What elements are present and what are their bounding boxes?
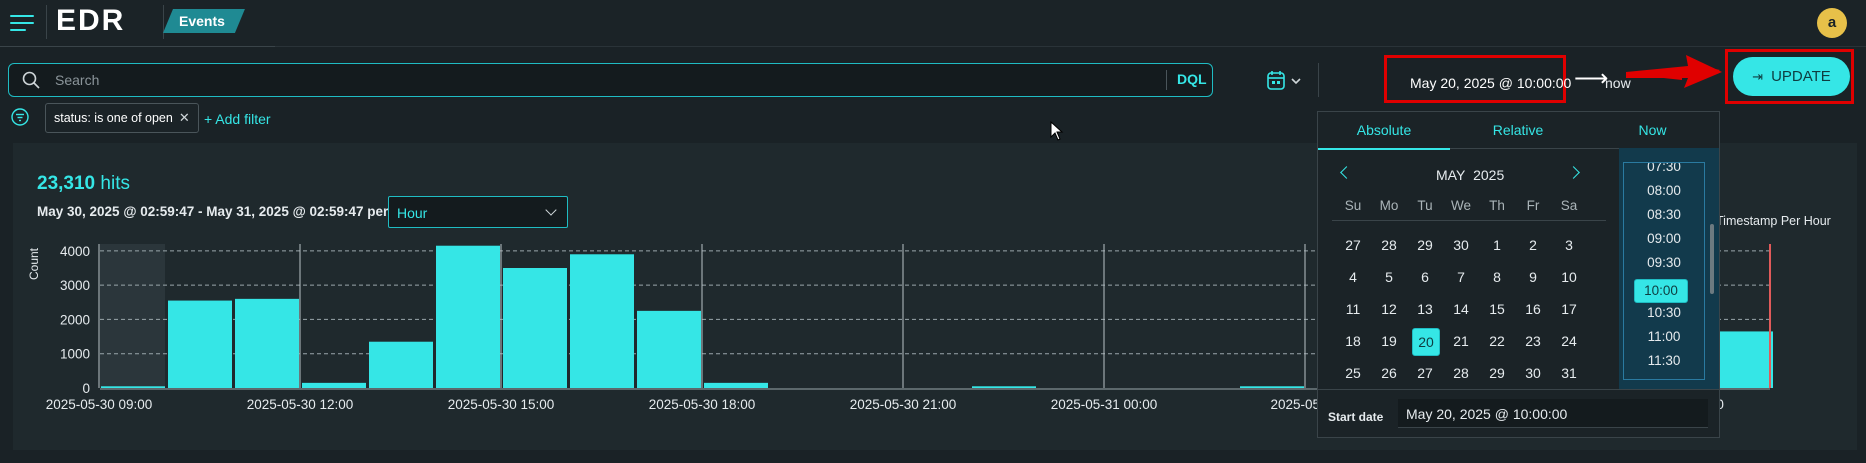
divider (1332, 220, 1606, 221)
calendar-day[interactable]: 16 (1520, 296, 1546, 322)
chart-bar (168, 300, 232, 388)
chart-bar (1240, 386, 1304, 388)
calendar-month-year: MAY 2025 (1436, 167, 1504, 183)
date-picker-popover: Absolute Relative Now MAY 2025 Su Mo Tu We T… (1317, 111, 1720, 438)
chart-bar (302, 382, 366, 388)
weekday-label: Tu (1417, 198, 1433, 213)
calendar-day[interactable]: 30 (1448, 232, 1474, 258)
tab-now[interactable]: Now (1586, 112, 1719, 148)
chart-bar (704, 382, 768, 388)
calendar-day[interactable]: 15 (1484, 296, 1510, 322)
calendar-day[interactable]: 11 (1340, 296, 1366, 322)
weekday-label: Mo (1379, 198, 1399, 213)
x-tick-label: 2025-05-30 12:00 (247, 397, 354, 412)
weekday-label: Sa (1560, 198, 1578, 213)
chevron-right-icon[interactable] (1567, 166, 1580, 179)
calendar-day[interactable]: 27 (1340, 232, 1366, 258)
calendar-day[interactable]: 12 (1376, 296, 1402, 322)
time-option[interactable]: 08:00 (1624, 183, 1704, 198)
chart-bar (972, 386, 1036, 388)
time-option[interactable]: 08:30 (1624, 207, 1704, 222)
chart-bar (101, 386, 165, 388)
chart-bar (637, 310, 701, 388)
tab-relative[interactable]: Relative (1450, 112, 1586, 148)
y-tick-label: 0 (82, 381, 90, 396)
weekday-label: Th (1489, 198, 1505, 213)
x-tick-label: 2025-05-30 18:00 (649, 397, 756, 412)
time-option[interactable]: 11:30 (1624, 353, 1704, 368)
chevron-left-icon[interactable] (1340, 166, 1353, 179)
calendar-day[interactable]: 18 (1340, 328, 1366, 354)
calendar-day[interactable]: 27 (1412, 360, 1438, 386)
calendar-day[interactable]: 28 (1448, 360, 1474, 386)
calendar-day[interactable]: 23 (1520, 328, 1546, 354)
y-tick-label: 1000 (60, 347, 90, 362)
y-axis-label: Count (27, 247, 41, 280)
calendar-day[interactable]: 5 (1376, 264, 1402, 290)
calendar-day[interactable]: 14 (1448, 296, 1474, 322)
calendar-day[interactable]: 8 (1484, 264, 1510, 290)
calendar-day[interactable]: 6 (1412, 264, 1438, 290)
calendar-day[interactable]: 7 (1448, 264, 1474, 290)
time-list: 07:30 08:00 08:30 09:00 09:30 10:00 10:30 11:00… (1619, 148, 1719, 389)
calendar-day[interactable]: 29 (1484, 360, 1510, 386)
start-date-input[interactable]: May 20, 2025 @ 10:00:00 (1398, 399, 1708, 428)
x-tick-label: 2025-05-31 00:00 (1051, 397, 1158, 412)
scrollbar[interactable] (1710, 224, 1714, 294)
calendar-day[interactable]: 20 (1412, 328, 1440, 356)
chart-bar (436, 245, 500, 388)
calendar: MAY 2025 Su Mo Tu We Th Fr Sa 27 28 29 30 1 2 3 4 5 6 7 8… (1318, 148, 1618, 388)
calendar-day[interactable]: 17 (1556, 296, 1582, 322)
weekday-label: Su (1344, 198, 1362, 213)
time-option[interactable]: 09:30 (1624, 255, 1704, 270)
calendar-day[interactable]: 25 (1340, 360, 1366, 386)
calendar-day[interactable]: 9 (1520, 264, 1546, 290)
y-tick-label: 2000 (60, 312, 90, 327)
calendar-day[interactable]: 30 (1520, 360, 1546, 386)
chart-bar (570, 254, 634, 388)
chart-bar (369, 341, 433, 388)
start-date-value: May 20, 2025 @ 10:00:00 (1406, 406, 1568, 422)
weekday-label: We (1450, 198, 1471, 213)
calendar-day[interactable]: 4 (1340, 264, 1366, 290)
calendar-month: MAY (1436, 167, 1466, 183)
x-tick-label: 2025-05-30 21:00 (850, 397, 957, 412)
tab-bar: Absolute Relative Now (1318, 112, 1719, 150)
calendar-day[interactable]: 28 (1376, 232, 1402, 258)
chart-bar (235, 298, 299, 388)
y-tick-label: 4000 (60, 244, 90, 259)
calendar-day[interactable]: 26 (1376, 360, 1402, 386)
calendar-year: 2025 (1473, 167, 1505, 183)
cursor-icon (1050, 121, 1064, 141)
hover-band (100, 244, 165, 388)
calendar-day[interactable]: 31 (1556, 360, 1582, 386)
calendar-day[interactable]: 1 (1484, 232, 1510, 258)
weekday-label: Fr (1526, 198, 1540, 213)
time-list-frame: 07:30 08:00 08:30 09:00 09:30 10:00 10:30 11:00… (1623, 162, 1705, 380)
calendar-day[interactable]: 2 (1520, 232, 1546, 258)
tab-absolute[interactable]: Absolute (1318, 112, 1450, 150)
chart-bar (503, 268, 567, 388)
calendar-day[interactable]: 3 (1556, 232, 1582, 258)
y-tick-label: 3000 (60, 278, 90, 293)
time-option[interactable]: 11:00 (1624, 329, 1704, 344)
calendar-day[interactable]: 10 (1556, 264, 1582, 290)
time-option[interactable]: 10:30 (1624, 305, 1704, 320)
time-option[interactable]: 09:00 (1624, 231, 1704, 246)
calendar-day[interactable]: 29 (1412, 232, 1438, 258)
time-option[interactable]: 10:00 (1634, 279, 1688, 303)
calendar-day[interactable]: 24 (1556, 328, 1582, 354)
calendar-day[interactable]: 19 (1376, 328, 1402, 354)
start-date-row: Start date May 20, 2025 @ 10:00:00 (1318, 389, 1719, 438)
calendar-day[interactable]: 21 (1448, 328, 1474, 354)
calendar-day[interactable]: 22 (1484, 328, 1510, 354)
calendar-day[interactable]: 13 (1412, 296, 1438, 322)
x-tick-label: 2025-05-30 09:00 (46, 397, 153, 412)
x-tick-label: 2025-05-30 15:00 (448, 397, 555, 412)
start-date-label: Start date (1328, 410, 1384, 424)
time-option[interactable]: 07:30 (1624, 163, 1704, 174)
